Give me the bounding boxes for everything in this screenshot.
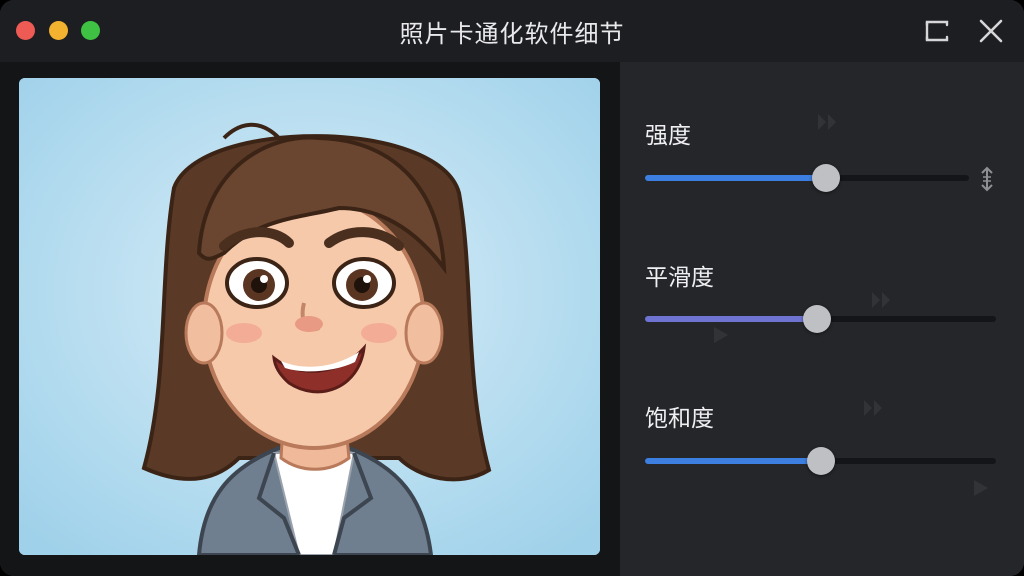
faint-forward-icon	[872, 292, 890, 308]
faint-play-icon	[818, 114, 836, 130]
saturation-label: 饱和度	[645, 406, 714, 432]
strength-slider-track[interactable]	[645, 175, 969, 181]
saturation-slider-thumb[interactable]	[806, 447, 835, 475]
resize-handle-icon[interactable]	[976, 165, 998, 193]
faint-arrow-icon	[714, 327, 728, 343]
smoothness-slider-fill	[645, 316, 817, 322]
faint-play-icon-2	[974, 480, 988, 496]
strength-label: 强度	[645, 123, 691, 149]
window-title: 照片卡通化软件细节	[399, 20, 625, 48]
smoothness-slider-thumb[interactable]	[802, 305, 831, 333]
cartoon-preview-image	[19, 78, 600, 555]
restore-icon[interactable]	[922, 16, 952, 46]
app-window: 照片卡通化软件细节 强度 平滑度 饱和度	[0, 0, 1024, 576]
faint-forward-icon-2	[864, 400, 882, 416]
close-icon[interactable]	[976, 16, 1006, 46]
saturation-slider-fill	[645, 458, 821, 464]
smoothness-label: 平滑度	[645, 265, 714, 291]
strength-slider-fill	[645, 175, 827, 181]
title-bar: 照片卡通化软件细节	[0, 0, 1024, 62]
